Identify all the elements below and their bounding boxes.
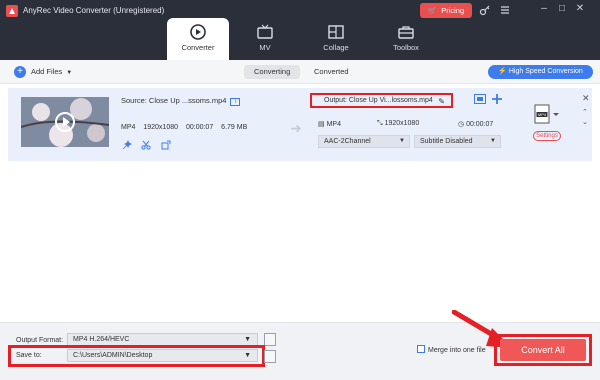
converter-icon <box>190 24 206 40</box>
cut-icon[interactable] <box>141 140 151 150</box>
plus-icon: + <box>14 66 26 79</box>
format-settings-icon[interactable] <box>264 333 276 346</box>
format-icon[interactable]: MP4 <box>534 104 560 124</box>
source-duration: 00:00:07 <box>185 124 214 131</box>
window-title: AnyRec Video Converter (Unregistered) <box>23 6 165 15</box>
key-icon[interactable] <box>479 4 491 16</box>
edit-icon[interactable] <box>161 140 171 150</box>
output-name: Output: Close Up Vi...lossoms.mp4 <box>324 97 433 104</box>
menu-icon[interactable] <box>499 4 511 16</box>
add-track-icon[interactable] <box>491 94 503 104</box>
chevron-down-icon[interactable]: ⌄ <box>582 118 588 126</box>
subtitle-value: Subtitle Disabled <box>420 138 473 145</box>
high-speed-label: High Speed Conversion <box>508 68 583 75</box>
settings-button[interactable]: Settings <box>533 131 561 141</box>
pricing-label: Pricing <box>441 6 465 15</box>
output-duration-meta: ◷ 00:00:07 <box>458 120 493 128</box>
info-icon[interactable]: i <box>230 98 241 106</box>
tab-mv[interactable]: MV <box>234 18 296 60</box>
source-resolution: 1920x1080 <box>143 124 179 131</box>
audio-track-select[interactable]: AAC-2Channel ▼ <box>318 135 410 148</box>
chevron-down-icon: ▼ <box>244 352 251 359</box>
source-name: Source: Close Up ...ssoms.mp4 <box>121 96 227 105</box>
pencil-icon[interactable]: ✎ <box>438 96 445 107</box>
play-icon[interactable] <box>55 112 75 132</box>
tab-collage[interactable]: Collage <box>305 18 367 60</box>
title-bar: AnyRec Video Converter (Unregistered) 🛒 P… <box>0 0 600 60</box>
source-size: 6.79 MB <box>221 124 248 131</box>
lightning-icon: ⚡ <box>498 68 507 75</box>
maximize-button[interactable]: □ <box>556 3 568 15</box>
add-files-label: Add Files <box>31 67 63 76</box>
output-duration: 00:00:07 <box>466 121 494 128</box>
toolbox-icon <box>398 26 414 39</box>
checkbox-icon[interactable] <box>417 345 425 353</box>
tab-collage-label: Collage <box>323 43 349 52</box>
tab-converter-label: Converter <box>181 43 215 52</box>
tab-converting[interactable]: Converting <box>244 65 301 79</box>
save-to-select[interactable]: C:\Users\ADMIN\Desktop ▼ <box>67 349 258 362</box>
chevron-up-icon[interactable]: ⌃ <box>582 108 588 116</box>
output-format: MP4 <box>326 121 341 128</box>
video-thumbnail[interactable] <box>21 97 109 147</box>
tab-converter[interactable]: Converter <box>167 18 229 60</box>
cart-icon: 🛒 <box>427 6 438 15</box>
format-badge: MP4 <box>538 112 547 117</box>
output-format-label: Output Format: <box>16 337 64 344</box>
source-meta: MP4 1920x1080 00:00:07 6.79 MB <box>121 124 253 131</box>
tab-toolbox-label: Toolbox <box>393 43 419 52</box>
output-format-meta: ▤ MP4 <box>318 120 341 128</box>
tab-converted[interactable]: Converted <box>304 65 359 79</box>
output-resolution-meta: ⤡ 1920x1080 <box>377 120 419 128</box>
collage-icon <box>328 25 344 39</box>
output-resolution: 1920x1080 <box>384 120 420 127</box>
chevron-down-icon: ▼ <box>399 138 405 144</box>
app-logo-icon <box>6 5 18 17</box>
chevron-down-icon[interactable]: ▼ <box>66 70 72 76</box>
audio-track-value: AAC-2Channel <box>324 138 371 145</box>
tv-icon <box>257 24 273 39</box>
folder-icon[interactable] <box>264 350 276 363</box>
tab-mv-label: MV <box>259 43 271 52</box>
close-button[interactable]: ✕ <box>574 3 586 15</box>
high-speed-conversion-button[interactable]: ⚡ High Speed Conversion <box>488 65 593 79</box>
enhance-icon[interactable] <box>122 140 132 150</box>
clock-icon: ◷ <box>458 121 465 128</box>
chevron-down-icon: ▼ <box>244 336 251 343</box>
save-to-label: Save to: <box>16 352 42 359</box>
add-files-button[interactable]: + Add Files ▼ <box>14 65 72 79</box>
save-to-value: C:\Users\ADMIN\Desktop <box>73 352 153 359</box>
resize-icon: ⤡ <box>377 120 383 127</box>
arrow-right-icon: ➜ <box>290 120 302 136</box>
subtitle-select[interactable]: Subtitle Disabled ▼ <box>414 135 501 148</box>
source-format: MP4 <box>121 124 136 131</box>
output-filename[interactable]: Output: Close Up Vi...lossoms.mp4 ✎ <box>310 93 453 108</box>
source-filename: Source: Close Up ...ssoms.mp4 i <box>121 96 241 106</box>
tab-toolbox[interactable]: Toolbox <box>375 18 437 60</box>
toolbar: + Add Files ▼ Converting Converted ⚡ High … <box>0 60 600 84</box>
file-item: Source: Close Up ...ssoms.mp4 i MP4 1920x… <box>8 88 592 161</box>
pricing-button[interactable]: 🛒 Pricing <box>420 3 472 18</box>
close-icon[interactable]: ✕ <box>582 93 590 104</box>
minimize-button[interactable]: – <box>538 3 550 15</box>
chevron-down-icon: ▼ <box>490 138 496 144</box>
convert-all-button[interactable]: Convert All <box>500 339 586 361</box>
output-format-value: MP4 H.264/HEVC <box>73 336 130 343</box>
compare-icon[interactable] <box>474 94 486 104</box>
film-icon: ▤ <box>318 121 325 128</box>
